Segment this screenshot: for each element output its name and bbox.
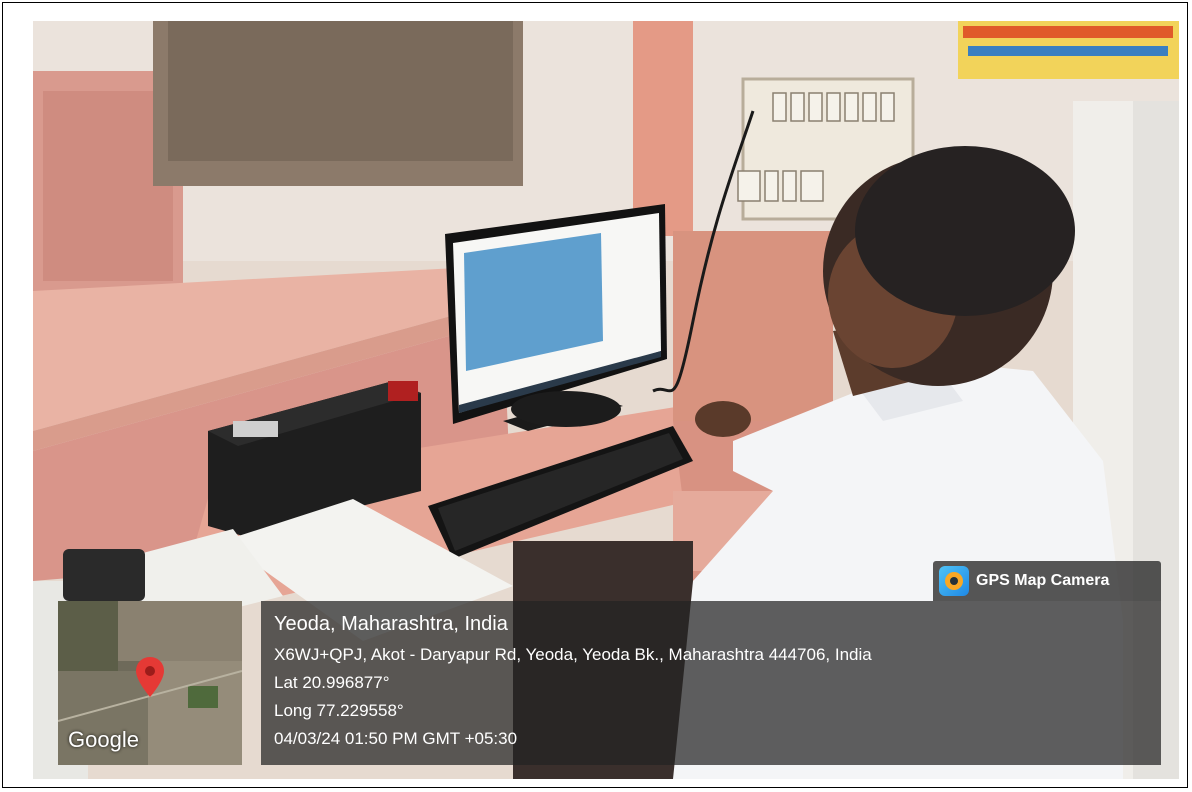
google-logo: Google [68, 727, 139, 752]
location-title: Yeoda, Maharashtra, India [274, 613, 508, 635]
gps-camera-app-icon [939, 566, 969, 596]
location-info-panel: Yeoda, Maharashtra, India X6WJ+QPJ, Akot… [261, 601, 1161, 765]
datetime: 04/03/24 01:50 PM GMT +05:30 [274, 729, 518, 748]
map-pin-icon [136, 657, 164, 697]
latitude: Lat 20.996877° [274, 673, 390, 692]
longitude: Long 77.229558° [274, 701, 404, 720]
gps-map-camera-badge: GPS Map Camera [933, 561, 1161, 601]
map-thumbnail: Google [58, 601, 242, 765]
page-frame: Google GPS Map Camera Yeoda, Maharashtra… [2, 2, 1188, 788]
location-address: X6WJ+QPJ, Akot - Daryapur Rd, Yeoda, Yeo… [274, 645, 872, 664]
badge-label: GPS Map Camera [976, 572, 1110, 589]
